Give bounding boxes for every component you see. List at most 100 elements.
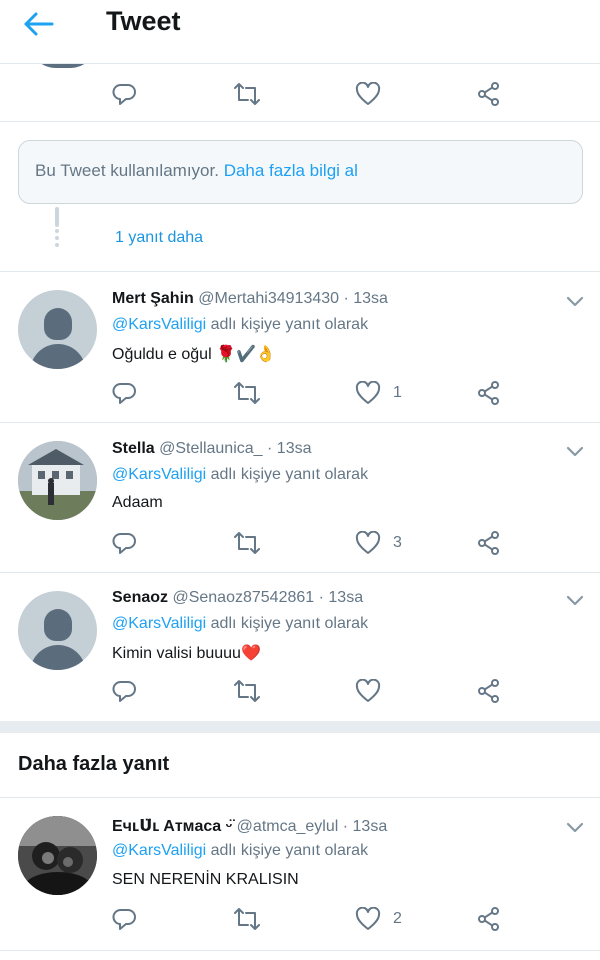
share-button[interactable] (476, 671, 502, 711)
back-button[interactable] (22, 10, 62, 40)
display-name[interactable]: Senaoz (112, 589, 168, 606)
retweet-icon (234, 382, 260, 404)
chevron-down-icon[interactable] (565, 444, 585, 458)
tweet-actions: 1 (0, 373, 600, 413)
like-count: 2 (393, 910, 402, 927)
tweet-text: Oğuldu e oğul 🌹✔️👌 (112, 346, 276, 363)
reply-context: adlı kişiye yanıt olarak (210, 842, 369, 859)
reply-button[interactable] (112, 74, 138, 114)
display-name[interactable]: Eчʟᑌ̈ʟ Aтмaca ᵕ̈ (112, 818, 232, 835)
timestamp: · 13sa (267, 440, 312, 457)
heart-icon (355, 531, 381, 554)
more-replies-link[interactable]: 1 yanıt daha (115, 229, 203, 247)
handle: @Stellaunica_ (159, 440, 263, 457)
like-button[interactable] (355, 671, 393, 711)
share-button[interactable] (476, 523, 502, 563)
heart-icon (355, 679, 381, 702)
share-button[interactable] (476, 899, 502, 939)
reply-icon (112, 909, 136, 930)
retweet-icon (234, 83, 260, 105)
avatar[interactable] (18, 816, 97, 895)
reply-context: adlı kişiye yanıt olarak (210, 615, 369, 632)
tweet[interactable]: Eчʟᑌ̈ʟ Aтмaca ᵕ̈ @atmca_eylul · 13sa @Ka… (0, 798, 600, 950)
retweet-button[interactable] (232, 899, 262, 939)
share-icon (478, 907, 499, 931)
heart-icon (355, 907, 381, 930)
page-title: Tweet (106, 6, 181, 36)
reply-context: adlı kişiye yanıt olarak (210, 466, 369, 483)
handle: @Mertahi34913430 (198, 290, 340, 307)
learn-more-link[interactable]: Daha fazla bilgi al (224, 161, 358, 180)
chevron-down-icon[interactable] (565, 820, 585, 834)
profile-photo (18, 816, 97, 895)
retweet-button[interactable] (232, 74, 262, 114)
divider (0, 121, 600, 122)
tweet-text: Kimin valisi buuuu❤️ (112, 645, 261, 662)
reply-icon (112, 84, 136, 105)
tweet-actions (0, 671, 600, 711)
share-icon (478, 82, 499, 106)
like-button[interactable]: 1 (355, 373, 402, 413)
timestamp: · 13sa (342, 818, 388, 835)
share-icon (478, 531, 499, 555)
like-button[interactable]: 3 (355, 523, 402, 563)
divider (0, 950, 600, 951)
like-count: 3 (393, 534, 402, 551)
top-app-bar: Tweet (0, 0, 600, 64)
avatar[interactable] (18, 441, 97, 520)
display-name[interactable]: Mert Şahin (112, 290, 194, 307)
tweet-actions (0, 74, 600, 114)
retweet-button[interactable] (232, 671, 262, 711)
mention-link[interactable]: @KarsValiligi (112, 615, 206, 632)
mention-link[interactable]: @KarsValiligi (112, 842, 206, 859)
retweet-button[interactable] (232, 523, 262, 563)
thread-dot (55, 236, 59, 240)
thread-dot (55, 243, 59, 247)
share-button[interactable] (476, 373, 502, 413)
reply-button[interactable] (112, 671, 138, 711)
heart-icon (355, 381, 381, 404)
avatar[interactable] (18, 591, 97, 670)
like-button[interactable]: 2 (355, 899, 402, 939)
section-title: Daha fazla yanıt (18, 753, 170, 775)
share-button[interactable] (476, 74, 502, 114)
chevron-down-icon[interactable] (565, 593, 585, 607)
profile-photo (18, 441, 97, 520)
reply-button[interactable] (112, 899, 138, 939)
tweet-text: SEN NERENİN KRALISIN (112, 871, 299, 888)
reply-button[interactable] (112, 373, 138, 413)
arrow-left-icon (24, 12, 54, 36)
tweet-actions: 3 (0, 523, 600, 563)
thread-line (55, 207, 59, 227)
handle: @Senaoz87542861 (172, 589, 315, 606)
unavailable-tweet-notice: Bu Tweet kullanılamıyor. Daha fazla bilg… (18, 140, 583, 204)
tweet[interactable]: Stella @Stellaunica_ · 13sa @KarsValilig… (0, 423, 600, 573)
reply-icon (112, 383, 136, 404)
unavailable-text: Bu Tweet kullanılamıyor. (35, 161, 219, 180)
tweet[interactable]: Senaoz @Senaoz87542861 · 13sa @KarsValil… (0, 573, 600, 721)
section-separator (0, 721, 600, 733)
share-icon (478, 679, 499, 703)
timestamp: · 13sa (318, 589, 364, 606)
display-name[interactable]: Stella (112, 440, 155, 457)
tweet-actions: 2 (0, 899, 600, 939)
handle: @atmca_eylul (236, 818, 339, 835)
timestamp: · 13sa (343, 290, 388, 307)
retweet-icon (234, 680, 260, 702)
mention-link[interactable]: @KarsValiligi (112, 466, 206, 483)
reply-context: adlı kişiye yanıt olarak (210, 316, 369, 333)
mention-link[interactable]: @KarsValiligi (112, 316, 206, 333)
like-button[interactable] (355, 74, 381, 114)
thread-dot (55, 229, 59, 233)
tweet-text: Adaam (112, 494, 163, 511)
retweet-icon (234, 532, 260, 554)
retweet-button[interactable] (232, 373, 262, 413)
reply-icon (112, 681, 136, 702)
retweet-icon (234, 908, 260, 930)
chevron-down-icon[interactable] (565, 294, 585, 308)
share-icon (478, 381, 499, 405)
tweet[interactable]: Mert Şahin @Mertahi34913430 · 13sa @Kars… (0, 272, 600, 422)
heart-icon (355, 82, 381, 105)
avatar[interactable] (18, 290, 97, 369)
reply-button[interactable] (112, 523, 138, 563)
